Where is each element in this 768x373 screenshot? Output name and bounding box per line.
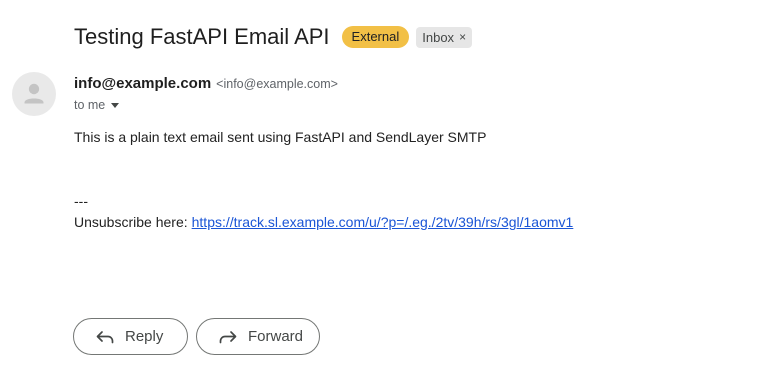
forward-label: Forward	[248, 328, 304, 345]
reply-button[interactable]: Reply	[73, 318, 188, 355]
subject-row: Testing FastAPI Email API External Inbox…	[74, 22, 473, 52]
sender-avatar[interactable]	[12, 72, 56, 116]
email-body: This is a plain text email sent using Fa…	[74, 129, 487, 145]
external-label: External	[341, 26, 410, 48]
inbox-label[interactable]: Inbox ×	[416, 26, 473, 48]
inbox-label-text: Inbox	[422, 29, 455, 45]
reply-label: Reply	[125, 328, 164, 345]
sender-email: <info@example.com>	[216, 77, 338, 91]
unsubscribe-prefix: Unsubscribe here:	[74, 214, 188, 230]
unsubscribe-link[interactable]: https://track.sl.example.com/u/?p=/.eg./…	[192, 214, 574, 230]
forward-button[interactable]: Forward	[196, 318, 320, 355]
unsubscribe-line: Unsubscribe here: https://track.sl.exampl…	[74, 214, 573, 230]
email-view: Testing FastAPI Email API External Inbox…	[0, 0, 768, 373]
recipients-text: to me	[74, 98, 106, 112]
email-subject: Testing FastAPI Email API	[74, 24, 330, 49]
sender-line: info@example.com <info@example.com>	[74, 75, 338, 92]
reply-arrow-icon	[95, 327, 115, 347]
person-icon	[24, 83, 44, 104]
signature-separator: ---	[74, 193, 88, 209]
remove-label-icon[interactable]: ×	[459, 29, 466, 46]
forward-arrow-icon	[218, 327, 238, 347]
sender-name[interactable]: info@example.com	[74, 75, 211, 92]
recipients-line[interactable]: to me	[74, 98, 120, 112]
chevron-down-icon[interactable]	[111, 102, 120, 108]
